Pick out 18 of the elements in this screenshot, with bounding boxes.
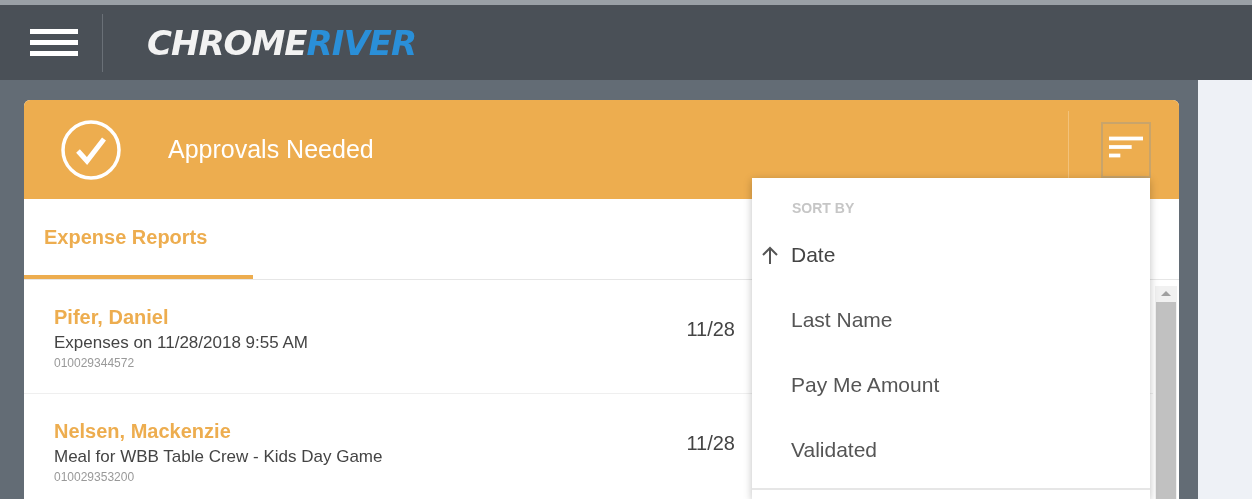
logo: CHROMERIVER <box>147 22 417 63</box>
scroll-up-icon[interactable] <box>1161 291 1171 296</box>
report-description: Meal for WBB Table Crew - Kids Day Game <box>54 447 383 467</box>
menu-item[interactable]: Last Name <box>752 287 1150 352</box>
arrow-up-icon <box>761 244 779 265</box>
menu-item[interactable]: Validated <box>752 417 1150 482</box>
report-number: 010029353200 <box>54 470 136 484</box>
report-number: 010029344572 <box>54 356 136 370</box>
report-date: 11/28 <box>686 318 735 341</box>
report-name: Pifer, Daniel <box>54 306 170 329</box>
scrollbar[interactable] <box>1155 286 1177 499</box>
report-date: 11/28 <box>686 432 735 455</box>
report-name: Nelsen, Mackenzie <box>54 420 232 443</box>
report-description: Expenses on 11/28/2018 9:55 AM <box>54 333 308 353</box>
check-circle-icon <box>60 118 122 181</box>
card-title: Approvals Needed <box>168 135 375 164</box>
sort-button[interactable] <box>1101 121 1151 178</box>
menu-heading: SORT BY <box>792 200 856 216</box>
